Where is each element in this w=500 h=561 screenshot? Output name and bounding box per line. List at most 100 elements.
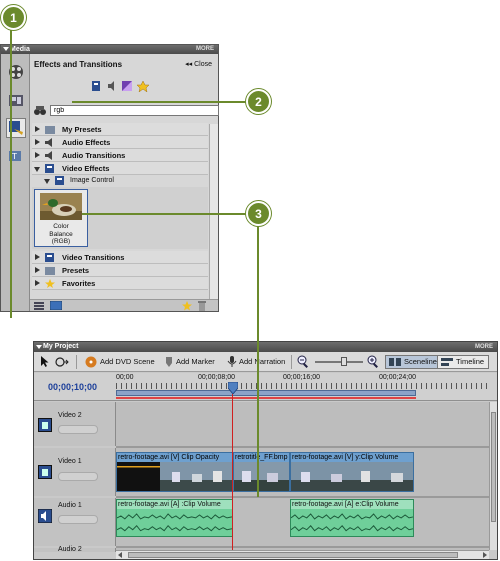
clip-thumbnails [234, 462, 289, 491]
callout-2-line [72, 101, 248, 103]
audio-waveform [117, 513, 232, 532]
star-icon [45, 279, 55, 288]
vertical-scrollbar[interactable] [209, 124, 218, 299]
effect-label: Color Balance (RGB) [49, 223, 73, 245]
collapse-arrow-icon[interactable] [44, 179, 50, 184]
video-filter-icon[interactable] [92, 81, 100, 91]
audio-waveform [291, 513, 413, 532]
timeline-button[interactable]: Timeline [437, 355, 490, 369]
subcategory-image-control[interactable]: Image Control [32, 175, 208, 187]
callout-1-line [10, 28, 12, 318]
keyframe-controls[interactable] [58, 425, 98, 434]
video-clip[interactable]: retro-footage.avi [V] y:Clip Volume [290, 452, 414, 492]
sceneline-button[interactable]: Sceneline [385, 355, 442, 369]
presets-folder-icon [45, 267, 55, 275]
scrollbar-thumb[interactable] [491, 412, 496, 522]
media-panel: Media MORE T Effects and Transitions ◂◂ … [0, 44, 219, 312]
organizer-tool[interactable] [6, 62, 26, 82]
speaker-icon [45, 138, 52, 147]
callout-1: 1 [1, 5, 26, 30]
expand-arrow-icon[interactable] [35, 254, 40, 260]
rewind-icon: ◂◂ [185, 61, 195, 68]
add-dvd-scene-button[interactable]: Add DVD Scene [100, 356, 155, 368]
track-header-audio2: Audio 2 [34, 546, 116, 553]
ruler-tick-label: 00;00;08;00 [198, 374, 235, 381]
scroll-right-icon[interactable] [483, 552, 487, 558]
effects-grid: Color Balance (RGB) [32, 187, 208, 249]
effects-title: Effects and Transitions [34, 60, 123, 69]
speaker-icon [45, 151, 52, 160]
track-divider [116, 546, 489, 548]
tracks-vertical-scrollbar[interactable] [489, 402, 497, 550]
callout-2: 2 [246, 89, 271, 114]
audio-filter-icon[interactable] [108, 81, 114, 91]
collapse-arrow-icon[interactable] [34, 167, 40, 172]
time-ruler[interactable]: 00;00;10;00 00;00 00;00;08;00 00;00;16;0… [34, 373, 497, 401]
track-header-video1: Video 1 [34, 448, 116, 496]
trash-icon[interactable] [198, 301, 206, 311]
clip-thumbnails [117, 462, 232, 491]
category-presets[interactable]: Presets [32, 264, 208, 277]
category-video-effects[interactable]: Video Effects [32, 162, 208, 175]
title-clip[interactable]: retrotitle_FF.bmp [233, 452, 290, 492]
scroll-left-icon[interactable] [118, 552, 122, 558]
category-favorites[interactable]: Favorites [32, 277, 208, 290]
track-header-video2: Video 2 [34, 402, 116, 446]
more-menu[interactable]: MORE [196, 45, 214, 54]
clip-thumbnails [291, 462, 413, 491]
zoom-out-icon[interactable] [297, 355, 309, 368]
ruler-tick-label: 00;00 [116, 374, 134, 381]
more-menu[interactable]: MORE [475, 342, 493, 352]
add-marker-button[interactable]: Add Marker [176, 356, 215, 368]
playhead-line [232, 394, 233, 550]
render-bar [116, 397, 416, 399]
zoom-slider[interactable] [315, 357, 363, 366]
video-track-icon[interactable] [38, 465, 52, 479]
expand-arrow-icon[interactable] [35, 267, 40, 273]
effects-search-input[interactable] [50, 105, 219, 116]
category-audio-transitions[interactable]: Audio Transitions [32, 149, 208, 162]
titles-tool[interactable]: T [6, 146, 26, 166]
keyframe-controls[interactable] [58, 472, 98, 481]
collapse-triangle-icon[interactable] [3, 47, 9, 51]
favorites-star-icon[interactable] [136, 80, 150, 93]
transition-filter-icon[interactable] [122, 81, 132, 91]
callout-3-line-vertical [257, 226, 259, 497]
themes-tool[interactable] [6, 90, 26, 110]
color-balance-rgb-effect[interactable]: Color Balance (RGB) [34, 189, 88, 247]
category-my-presets[interactable]: My Presets [32, 123, 208, 136]
favorites-star-icon[interactable] [182, 301, 192, 311]
horizontal-scrollbar[interactable] [116, 550, 489, 559]
media-panel-header: Media MORE [1, 45, 218, 54]
expand-arrow-icon[interactable] [35, 280, 40, 286]
video-track-icon[interactable] [38, 418, 52, 432]
current-timecode[interactable]: 00;00;10;00 [48, 382, 97, 392]
scrollbar-thumb[interactable] [128, 552, 458, 558]
work-area-bar[interactable] [116, 390, 416, 396]
expand-arrow-icon[interactable] [35, 152, 40, 158]
keyframe-controls[interactable] [58, 515, 98, 524]
audio-clip[interactable]: retro-footage.avi [A] e:Clip Volume [290, 499, 414, 537]
close-button[interactable]: ◂◂ Close [185, 60, 212, 68]
expand-arrow-icon[interactable] [35, 139, 40, 145]
thumbnail-view-icon[interactable] [50, 301, 62, 310]
audio-clip[interactable]: retro-footage.avi [A] :Clip Volume [116, 499, 233, 537]
speaker-icon[interactable] [38, 509, 52, 523]
playhead-icon[interactable] [228, 382, 238, 394]
time-stretch-icon[interactable] [55, 357, 69, 367]
zoom-slider-thumb[interactable] [341, 357, 347, 366]
expand-arrow-icon[interactable] [35, 126, 40, 132]
selection-arrow-icon[interactable] [40, 356, 50, 368]
effects-tool[interactable] [6, 118, 26, 138]
video-effect-icon [55, 176, 64, 185]
category-video-transitions[interactable]: Video Transitions [32, 251, 208, 264]
collapse-triangle-icon[interactable] [36, 345, 42, 349]
list-view-icon[interactable] [34, 302, 44, 310]
video-clip[interactable]: retro-footage.avi [V] Clip Opacity [116, 452, 233, 492]
zoom-in-icon[interactable] [367, 355, 379, 368]
sceneline-icon [389, 358, 401, 366]
category-audio-effects[interactable]: Audio Effects [32, 136, 208, 149]
add-narration-button[interactable]: Add Narration [239, 356, 285, 368]
effects-and-transitions-panel: Effects and Transitions ◂◂ Close My Pres… [30, 54, 219, 311]
ruler-tick-label: 00;00;24;00 [379, 374, 416, 381]
